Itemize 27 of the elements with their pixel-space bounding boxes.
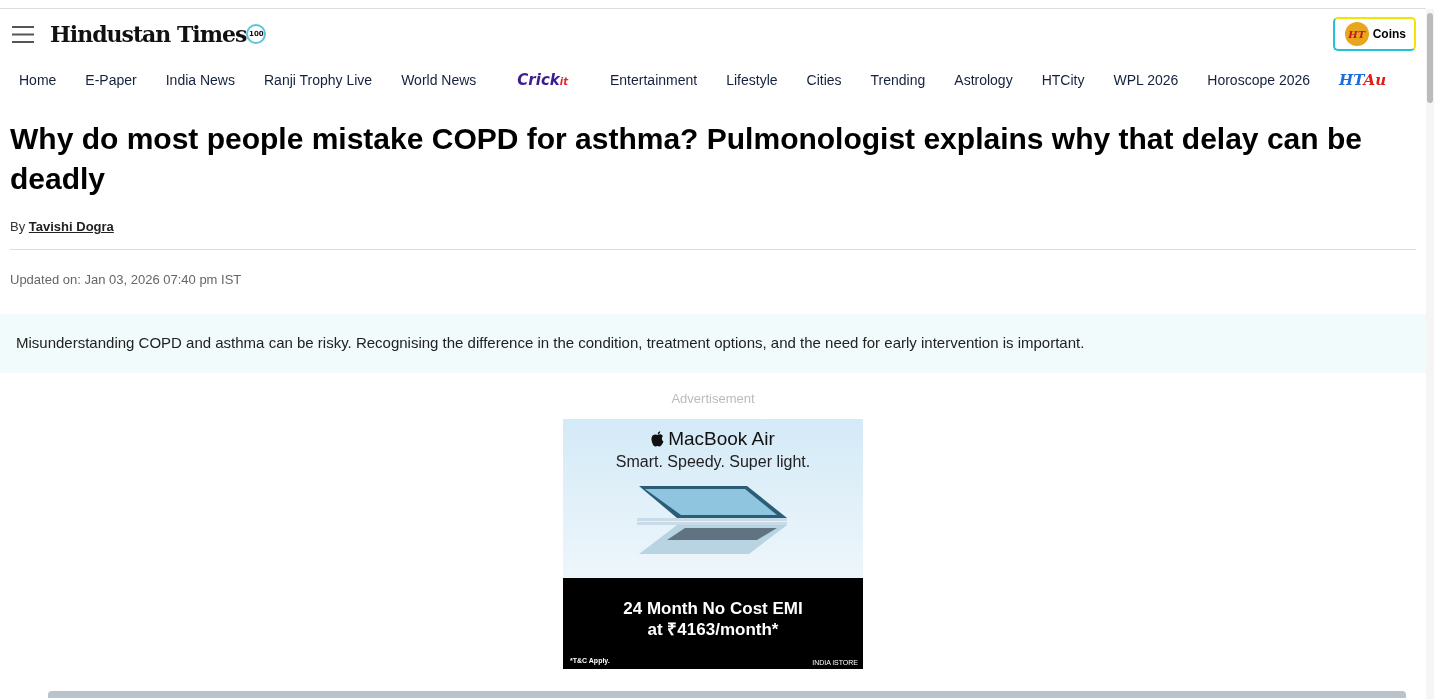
- advertisement-label: Advertisement: [670, 389, 756, 408]
- nav-link[interactable]: HTCity: [1041, 69, 1085, 91]
- nav-link[interactable]: World News: [401, 69, 477, 91]
- nav-link[interactable]: Cities: [806, 69, 842, 91]
- article-summary: Misunderstanding COPD and asthma can be risky. Recognising the difference in the condition, treatment options, and the need for early intervention is important.: [16, 334, 1085, 351]
- nav-link[interactable]: Lifestyle: [726, 69, 778, 91]
- coins-button[interactable]: HT Coins: [1332, 17, 1416, 51]
- nav-link[interactable]: Astrology: [954, 69, 1013, 91]
- offer-text: 24 Month No Cost EMI: [622, 598, 804, 619]
- ad-tagline: Smart. Speedy. Super light.: [614, 452, 812, 472]
- nav-link[interactable]: India News: [165, 69, 235, 91]
- nav-link[interactable]: WPL 2026: [1113, 69, 1179, 91]
- nav-link[interactable]: E-Paper: [85, 69, 137, 91]
- author-link[interactable]: Tavishi Dogra: [28, 219, 114, 234]
- nav-link[interactable]: Ranji Trophy Live: [264, 69, 373, 91]
- nav-link[interactable]: Home: [19, 69, 57, 91]
- article-headline: Why do most people mistake COPD for asthma? Pulmonologist explains why that delay can be deadly: [10, 121, 1363, 197]
- cricket-section-logo[interactable]: Crickit: [517, 68, 568, 92]
- auto-section-logo[interactable]: HTAu: [1339, 68, 1387, 92]
- product-name: MacBook Air: [668, 428, 775, 450]
- nav-link[interactable]: Entertainment: [610, 69, 698, 91]
- nav-link[interactable]: Horoscope 2026: [1207, 69, 1311, 91]
- updated-time: Updated on: Jan 03, 2026 07:40 pm IST: [10, 270, 243, 289]
- nav-link[interactable]: Trending: [870, 69, 926, 91]
- byline: By Tavishi Dogra: [10, 218, 115, 236]
- price-text: at ₹4163/month*: [646, 619, 780, 640]
- coin-icon: HT: [1344, 22, 1369, 46]
